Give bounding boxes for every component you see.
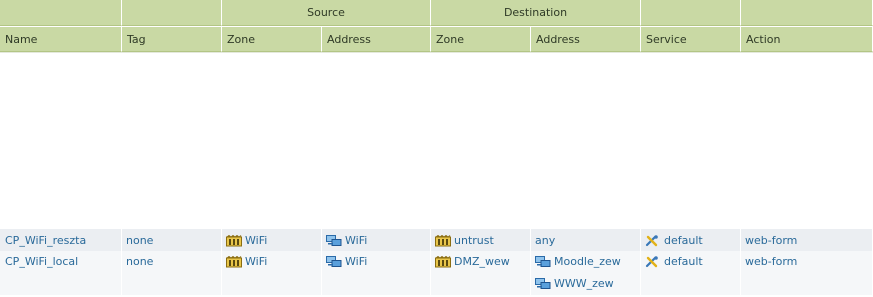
rule-source-zone[interactable]: WiFi <box>222 251 322 295</box>
table-row[interactable]: CP_WiFi_local none WiFi WiFi DMZ_wew Moo… <box>0 251 873 295</box>
group-header-source: Source <box>222 0 431 26</box>
service-tools-icon <box>645 235 661 247</box>
source-zone-label[interactable]: WiFi <box>245 234 267 247</box>
rule-tag[interactable]: none <box>122 251 222 295</box>
rule-service[interactable]: default <box>641 251 741 295</box>
destination-zone-label[interactable]: untrust <box>454 234 494 247</box>
address-object-icon <box>326 235 342 247</box>
column-header-source-zone[interactable]: Zone <box>222 27 322 52</box>
header-divider <box>0 52 873 53</box>
column-header-row: Name Tag Zone Address Zone Address Servi… <box>0 27 873 52</box>
group-header-destination: Destination <box>431 0 641 26</box>
rule-tag[interactable]: none <box>122 229 222 251</box>
rule-source-address[interactable]: WiFi <box>322 229 431 251</box>
rule-service[interactable]: default <box>641 229 741 251</box>
rule-source-zone[interactable]: WiFi <box>222 229 322 251</box>
column-header-tag[interactable]: Tag <box>122 27 222 52</box>
zone-icon <box>226 256 242 268</box>
rule-action[interactable]: web-form <box>741 229 873 251</box>
rule-name[interactable]: CP_WiFi_reszta <box>0 229 122 251</box>
rule-destination-zone[interactable]: DMZ_wew <box>431 251 531 295</box>
table-row[interactable]: CP_WiFi_reszta none WiFi WiFi untrust an… <box>0 229 873 251</box>
group-header-blank-service <box>641 0 741 26</box>
column-group-header-row: Source Destination <box>0 0 873 26</box>
rule-destination-zone[interactable]: untrust <box>431 229 531 251</box>
address-object-icon <box>535 278 551 290</box>
rule-destination-address[interactable]: Moodle_zew WWW_zew <box>531 251 641 295</box>
source-zone-label[interactable]: WiFi <box>245 255 267 268</box>
source-address-label[interactable]: WiFi <box>345 234 367 247</box>
service-label[interactable]: default <box>664 255 703 268</box>
destination-zone-label[interactable]: DMZ_wew <box>454 255 510 268</box>
rule-source-address[interactable]: WiFi <box>322 251 431 295</box>
zone-icon <box>226 235 242 247</box>
source-address-label[interactable]: WiFi <box>345 255 367 268</box>
destination-address-label[interactable]: WWW_zew <box>554 277 614 290</box>
column-header-destination-address[interactable]: Address <box>531 27 641 52</box>
column-header-service[interactable]: Service <box>641 27 741 52</box>
service-tools-icon <box>645 256 661 268</box>
rule-destination-address[interactable]: any <box>531 229 641 251</box>
address-object-icon <box>535 256 551 268</box>
address-object-icon <box>326 256 342 268</box>
service-label[interactable]: default <box>664 234 703 247</box>
rule-name[interactable]: CP_WiFi_local <box>0 251 122 295</box>
column-header-destination-zone[interactable]: Zone <box>431 27 531 52</box>
column-header-name[interactable]: Name <box>0 27 122 52</box>
column-header-action[interactable]: Action <box>741 27 873 52</box>
column-header-source-address[interactable]: Address <box>322 27 431 52</box>
zone-icon <box>435 256 451 268</box>
zone-icon <box>435 235 451 247</box>
rule-action[interactable]: web-form <box>741 251 873 295</box>
destination-address-label[interactable]: Moodle_zew <box>554 255 621 268</box>
group-header-blank-name <box>0 0 122 26</box>
group-header-blank-tag <box>122 0 222 26</box>
group-header-blank-action <box>741 0 873 26</box>
